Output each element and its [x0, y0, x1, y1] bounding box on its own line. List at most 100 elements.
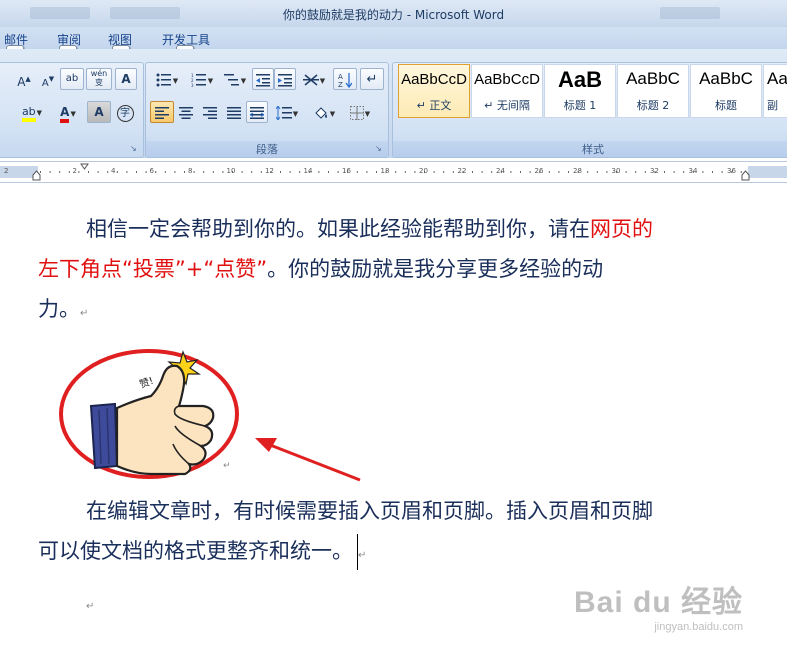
hand-shape — [115, 364, 215, 476]
highlight-button[interactable]: ab▼ — [14, 101, 50, 123]
ruler-minor-tick — [414, 171, 416, 173]
phonetic-guide-button[interactable]: wén 变 — [86, 68, 112, 90]
horizontal-ruler[interactable]: 2 2 4 6 8 10 12 14 16 18 20 22 24 26 28 30 32 34 36 — [0, 161, 787, 183]
char-border-button[interactable]: A — [115, 68, 137, 90]
style-subtitle[interactable]: Aa 副 — [763, 64, 787, 118]
align-right-button[interactable] — [198, 101, 222, 123]
ruler-minor-tick — [59, 171, 61, 173]
ruler-minor-ticks — [40, 171, 742, 173]
justify-button[interactable] — [222, 101, 246, 123]
clear-format-button[interactable]: ab — [60, 68, 84, 90]
style-sample: AaB — [557, 67, 602, 92]
shading-button[interactable]: ▼ — [306, 101, 342, 123]
style-name: 副 — [767, 99, 778, 112]
increase-indent-button[interactable] — [274, 68, 296, 90]
svg-text:A: A — [338, 73, 343, 81]
bullets-button[interactable]: ▼ — [150, 68, 184, 90]
style-no-spacing[interactable]: AaBbCcD ↵ 无间隔 — [471, 64, 543, 118]
ruler-minor-tick — [203, 171, 205, 173]
paragraph-group-launcher-icon[interactable]: ↘ — [375, 144, 385, 154]
paragraph-mark: ↵ — [358, 550, 367, 561]
style-title[interactable]: AaBbC 标题 — [690, 64, 762, 118]
style-sample: AaBbC — [699, 69, 753, 88]
thumbs-up-image[interactable]: 赞! ↵ — [55, 348, 375, 488]
ruler-minor-tick — [635, 171, 637, 173]
align-center-button[interactable] — [174, 101, 198, 123]
grow-font-button[interactable]: A▲ — [12, 68, 36, 90]
decrease-indent-icon — [256, 73, 270, 86]
line-spacing-icon — [275, 105, 292, 120]
style-heading-1[interactable]: AaB 标题 1 — [544, 64, 616, 118]
paragraph-group-label: 段落 — [146, 141, 388, 157]
ruler-minor-tick — [241, 171, 243, 173]
ruler-tick-label: 20 — [419, 167, 428, 175]
ruler-minor-tick — [299, 171, 301, 173]
ruler-minor-tick — [712, 171, 713, 173]
style-name: ↵ 正文 — [416, 99, 452, 112]
arrow-line — [264, 441, 361, 482]
line-spacing-button[interactable]: ▼ — [270, 101, 304, 123]
ruler-tick-label: 18 — [380, 167, 390, 175]
document-page[interactable]: 相信一定会帮助到你的。如果此经验能帮助到你，请在网页的 左下角点“投票”+“点赞… — [0, 183, 787, 655]
numbering-button[interactable]: 1 2 3 ▼ — [185, 68, 219, 90]
style-heading-2[interactable]: AaBbC 标题 2 — [617, 64, 689, 118]
ruler-minor-tick — [548, 171, 550, 173]
watermark-url: jingyan.baidu.com — [654, 621, 743, 633]
title-bar: 你的鼓励就是我的动力 - Microsoft Word — [0, 0, 787, 27]
paragraph-2[interactable]: 在编辑文章时，有时候需要插入页眉和页脚。插入页眉和页脚 可以使文档的格式更整齐和… — [38, 491, 738, 576]
baidu-watermark: Bai du 经验 jingyan.baidu.com — [574, 577, 743, 633]
para1-text-3: 力。 — [38, 297, 80, 321]
ruler-minor-tick — [625, 171, 627, 173]
ruler-tick-label: 30 — [611, 167, 621, 175]
ruler-minor-tick — [740, 171, 742, 173]
ruler-minor-tick — [155, 171, 157, 173]
distributed-button[interactable] — [246, 101, 268, 123]
ruler-minor-tick — [318, 171, 320, 173]
ruler-tick-label: 10 — [226, 167, 236, 175]
chinese-layout-button[interactable]: ▼ — [298, 68, 330, 90]
multilevel-list-button[interactable]: ▼ — [220, 68, 250, 90]
sort-button[interactable]: AZ — [333, 68, 357, 90]
right-indent-marker — [741, 170, 750, 181]
ruler-minor-tick — [443, 171, 445, 173]
ruler-minor-tick — [558, 171, 560, 173]
style-sample: AaBbC — [626, 69, 680, 88]
shrink-font-button[interactable]: A▼ — [36, 68, 60, 90]
style-sample: AaBbCcD — [474, 71, 540, 88]
ruler-tick-label: 12 — [265, 167, 274, 175]
phonetic-guide-icon: wén 变 — [90, 69, 108, 87]
paragraph-1[interactable]: 相信一定会帮助到你的。如果此经验能帮助到你，请在网页的 左下角点“投票”+“点赞… — [38, 209, 738, 334]
show-marks-button[interactable]: ↵ — [360, 68, 384, 90]
style-normal[interactable]: AaBbCcD ↵ 正文 — [398, 64, 470, 118]
align-left-button[interactable] — [150, 101, 174, 123]
paint-bucket-icon — [315, 106, 327, 119]
decrease-indent-button[interactable] — [252, 68, 274, 90]
ruler-minor-tick — [721, 171, 723, 173]
ruler-minor-tick — [136, 171, 137, 173]
char-shading-button[interactable]: A — [87, 101, 111, 123]
ruler-tick-label: 36 — [727, 167, 736, 175]
ruler-tick-label: 26 — [534, 167, 544, 175]
font-color-button[interactable]: A▼ — [52, 101, 84, 123]
enclose-char-button[interactable]: 字 — [113, 101, 137, 123]
font-group-launcher-icon[interactable]: ↘ — [130, 144, 140, 154]
ruler-minor-tick — [49, 171, 51, 173]
ruler-minor-tick — [126, 171, 128, 173]
para1-text-2: 。你的鼓励就是我分享更多经验的动 — [267, 257, 604, 281]
char-shading-icon: A — [94, 105, 104, 119]
shrink-font-icon: A — [41, 78, 49, 89]
paragraph-mark: ↵ — [80, 308, 89, 319]
style-name: 标题 2 — [636, 99, 670, 112]
sleeve-shape — [89, 402, 119, 470]
ruler-minor-tick — [481, 171, 483, 173]
ruler-minor-tick — [40, 171, 41, 173]
ruler-minor-tick — [145, 171, 147, 173]
para1-red-text: 网页的 — [590, 217, 653, 241]
svg-text:Z: Z — [338, 81, 343, 88]
styles-group-label: 样式 — [393, 141, 787, 157]
ruler-tick-label: 4 — [111, 167, 116, 175]
style-name: ↵ 无间隔 — [484, 99, 530, 112]
ruler-minor-tick — [97, 171, 99, 173]
ruler-minor-tick — [174, 171, 176, 173]
borders-button[interactable]: ▼ — [343, 101, 377, 123]
